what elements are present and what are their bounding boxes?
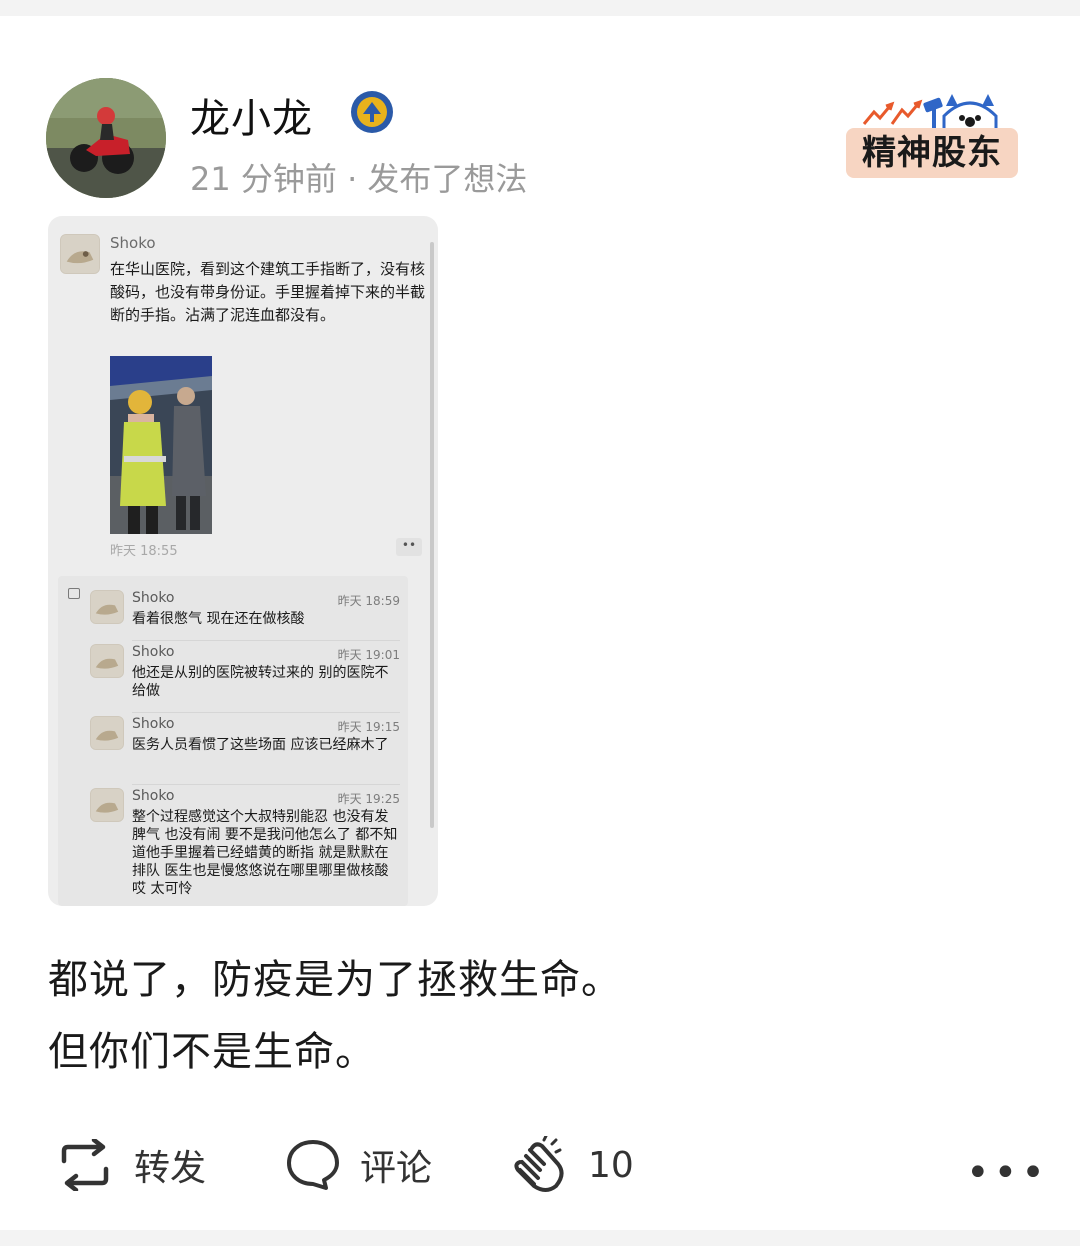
clap-icon (514, 1136, 564, 1192)
reply-item: Shoko 昨天 18:59 看着很憋气 现在还在做核酸 (90, 590, 400, 642)
reply-text: 整个过程感觉这个大叔特别能忍 也没有发脾气 也没有闹 要不是我问他怎么了 都不知… (132, 809, 398, 897)
reply-time: 昨天 18:59 (337, 594, 400, 608)
reply-avatar (90, 644, 124, 678)
post-body: 都说了，防疫是为了拯救生命。 但你们不是生命。 (48, 944, 622, 1088)
post-body-line: 但你们不是生命。 (48, 1029, 376, 1075)
reply-avatar (90, 788, 124, 822)
message-photo (110, 356, 212, 534)
avatar-image (46, 78, 166, 198)
reply-sender: Shoko (132, 788, 175, 804)
main-message-time: 昨天 18:55 (110, 544, 178, 559)
brand-logo[interactable]: 精神股东 (840, 90, 1020, 182)
reply-text: 他还是从别的医院被转过来的 别的医院不给做 (132, 665, 389, 699)
reply-avatar (90, 590, 124, 624)
main-message-sender: Shoko (110, 234, 156, 252)
message-more-button[interactable]: •• (396, 538, 422, 556)
reply-time: 昨天 19:01 (337, 648, 400, 662)
sender-avatar (60, 234, 100, 274)
repost-label: 转发 (134, 1148, 207, 1189)
reply-sender: Shoko (132, 590, 175, 606)
action-bar: 转发 评论 10 ••• (0, 1120, 1080, 1210)
reply-time: 昨天 19:15 (337, 720, 400, 734)
screenshot-scrollbar (430, 242, 434, 828)
verified-badge-icon (350, 90, 394, 134)
brand-logo-text: 精神股东 (846, 128, 1018, 178)
reply-divider (132, 640, 400, 641)
chat-screenshot-image[interactable]: Shoko 在华山医院，看到这个建筑工手指断了，没有核酸码，也没有带身份证。手里… (48, 216, 438, 906)
repost-icon (61, 1139, 109, 1191)
comment-button[interactable]: 评论 (286, 1120, 432, 1210)
comment-label: 评论 (360, 1148, 433, 1189)
reply-item: Shoko 昨天 19:25 整个过程感觉这个大叔特别能忍 也没有发脾气 也没有… (90, 788, 400, 906)
reply-divider (132, 784, 400, 785)
reply-item: Shoko 昨天 19:15 医务人员看惯了这些场面 应该已经麻木了 (90, 716, 400, 786)
post-meta: 21 分钟前 · 发布了想法 (190, 160, 528, 198)
reply-sender: Shoko (132, 644, 175, 660)
reply-thread-icon (68, 588, 80, 599)
comment-icon (287, 1140, 339, 1190)
reply-divider (132, 712, 400, 713)
clap-button[interactable]: 10 (510, 1120, 634, 1210)
reply-text: 看着很憋气 现在还在做核酸 (132, 611, 305, 627)
main-message-text: 在华山医院，看到这个建筑工手指断了，没有核酸码，也没有带身份证。手里握着掉下来的… (110, 260, 426, 324)
more-icon: ••• (966, 1150, 1049, 1196)
post-card: 龙小龙 21 分钟前 · 发布了想法 精神股东 Shoko 在华山医院，看到这个… (0, 16, 1080, 1230)
reply-sender: Shoko (132, 716, 175, 732)
author-avatar[interactable] (46, 78, 166, 198)
post-body-line: 都说了，防疫是为了拯救生命。 (48, 957, 622, 1003)
more-button[interactable]: ••• (966, 1150, 1049, 1196)
reply-text: 医务人员看惯了这些场面 应该已经麻木了 (132, 737, 389, 753)
reply-item: Shoko 昨天 19:01 他还是从别的医院被转过来的 别的医院不给做 (90, 644, 400, 714)
author-name[interactable]: 龙小龙 (190, 86, 313, 144)
reply-avatar (90, 716, 124, 750)
reply-time: 昨天 19:25 (337, 792, 400, 806)
repost-button[interactable]: 转发 (56, 1120, 206, 1210)
clap-count: 10 (588, 1144, 634, 1186)
